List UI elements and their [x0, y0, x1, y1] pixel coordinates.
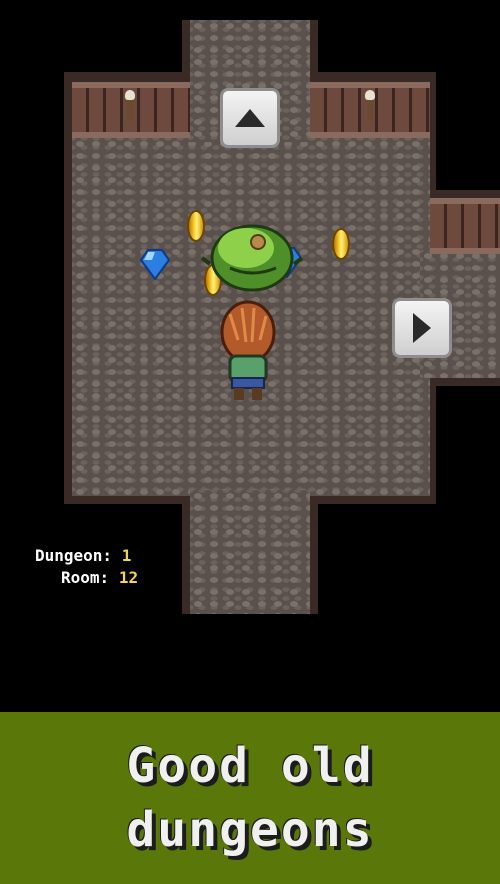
blue-gem-icon[interactable]: [140, 248, 170, 280]
promo-banner: Good old dungeons: [0, 712, 500, 884]
dungeon-value: 1: [121, 546, 132, 565]
banner-title-line1: Good old: [126, 738, 374, 794]
wall-face-east: [430, 198, 500, 254]
coin-icon[interactable]: [332, 228, 350, 260]
torch-icon: [365, 90, 375, 120]
move-right-button[interactable]: [392, 298, 452, 358]
corridor-south-floor: [190, 490, 310, 614]
dungeon-label: Dungeon:: [35, 546, 113, 565]
room-label: Room:: [61, 568, 110, 587]
game-view: Dungeon: 1 Room: 12: [0, 0, 500, 712]
dungeon-indicator: Dungeon: 1: [35, 546, 131, 565]
torch-icon: [125, 90, 135, 120]
room-value: 12: [118, 568, 139, 587]
triangle-up-icon: [235, 109, 265, 127]
room-indicator: Room: 12: [61, 568, 138, 587]
hero-character[interactable]: [218, 300, 278, 404]
banner-title-line2: dungeons: [126, 802, 374, 858]
green-slime-monster[interactable]: [200, 216, 304, 294]
move-up-button[interactable]: [220, 88, 280, 148]
triangle-right-icon: [413, 313, 431, 343]
